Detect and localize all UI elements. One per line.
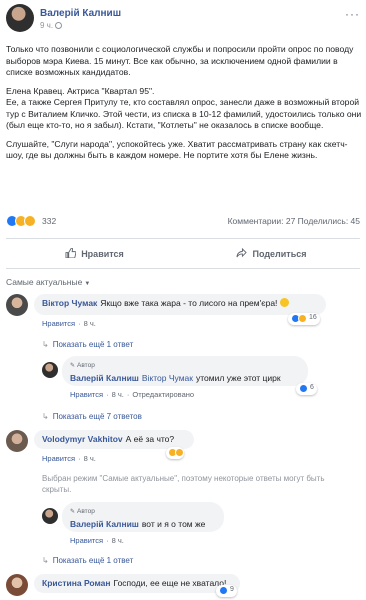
comment-text: А её за что? [125, 434, 175, 444]
haha-reaction-icon [298, 314, 307, 323]
comment-bubble: ✎ Автор Валерій Калниш вот и я о том же [62, 502, 224, 532]
comment-time[interactable]: 8 ч. [112, 390, 124, 399]
author-tag: ✎ Автор [70, 362, 95, 369]
comment-reactions[interactable]: 16 [288, 313, 320, 325]
comment-time[interactable]: 8 ч. [84, 319, 96, 328]
caret-down-icon: ▼ [84, 281, 91, 287]
reply-comment: ✎ Автор Валерій Калниш вот и я о том же Нр… [42, 502, 360, 546]
author-name[interactable]: Валерій Калниш [40, 8, 121, 19]
comment-meta: Нравится · 8 ч. [42, 319, 96, 328]
divider [6, 238, 360, 239]
like-reaction-icon [299, 384, 308, 393]
reply-comment: ✎ Автор Валерій Калниш Віктор Чумак утомил … [42, 356, 360, 402]
comment-meta: Нравится · 8 ч. [42, 454, 96, 463]
share-icon [236, 248, 248, 258]
divider [6, 268, 360, 269]
show-more-replies-link[interactable]: ↳ Показать ещё 7 ответов [42, 412, 142, 421]
comment-meta: Нравится · 8 ч. · Отредактировано [70, 390, 195, 399]
commenter-name[interactable]: Кристина Роман [42, 578, 111, 588]
mention-link[interactable]: Віктор Чумак [142, 373, 193, 383]
pen-icon: ✎ [70, 509, 76, 515]
more-options-button[interactable]: ··· [345, 7, 360, 21]
comment-like-link[interactable]: Нравится [70, 536, 103, 545]
comment-like-link[interactable]: Нравится [42, 319, 75, 328]
wow-reaction-icon [24, 215, 36, 227]
edited-label[interactable]: Отредактировано [132, 390, 194, 399]
comment-time[interactable]: 8 ч. [112, 536, 124, 545]
reaction-count[interactable]: 332 [42, 216, 56, 226]
reactions-bar: 332 Комментарии: 27 Поделились: 45 [6, 215, 360, 229]
post-body: Только что позвонили с социологической с… [6, 44, 362, 169]
smile-emoji-icon [279, 298, 289, 307]
comment-sort-dropdown[interactable]: Самые актуальные ▼ [6, 277, 90, 287]
comment-like-link[interactable]: Нравится [42, 454, 75, 463]
commenter-avatar[interactable] [6, 294, 28, 316]
comment-bubble: Кристина Роман Господи, ее еще не хватало… [34, 574, 240, 593]
comment-like-link[interactable]: Нравится [70, 390, 103, 399]
share-button[interactable]: Поделиться [183, 242, 360, 266]
commenter-avatar[interactable] [6, 574, 28, 596]
reply-arrow-icon: ↳ [42, 340, 49, 349]
comment-time[interactable]: 8 ч. [84, 454, 96, 463]
post-time[interactable]: 9 ч. [40, 21, 63, 30]
comment-text: вот и я о том же [141, 519, 206, 529]
commenter-avatar[interactable] [42, 508, 58, 524]
author-tag: ✎ Автор [70, 508, 95, 515]
comment-bubble: ✎ Автор Валерій Калниш Віктор Чумак утомил … [62, 356, 308, 386]
commenter-avatar[interactable] [6, 430, 28, 452]
commenter-name[interactable]: Volodymyr Vakhitov [42, 434, 123, 444]
post-header: Валерій Калниш 9 ч. ··· [6, 4, 360, 34]
comment-meta: Нравится · 8 ч. [70, 536, 124, 545]
commenter-avatar[interactable] [42, 362, 58, 378]
comment-reactions[interactable]: 6 [296, 383, 317, 395]
comments-shares-count[interactable]: Комментарии: 27 Поделились: 45 [228, 216, 360, 226]
pen-icon: ✎ [70, 363, 76, 369]
author-avatar[interactable] [6, 4, 34, 32]
comment: Volodymyr Vakhitov А её за что? Нравится ·… [6, 430, 360, 466]
comment-bubble: Віктор Чумак Якщо вже така жара - то лисо… [34, 294, 326, 315]
commenter-name[interactable]: Валерій Калниш [70, 519, 139, 529]
post-paragraph: Только что позвонили с социологической с… [6, 44, 354, 77]
globe-icon [55, 22, 63, 29]
wow-reaction-icon [175, 448, 184, 457]
show-more-replies-link[interactable]: ↳ Показать ещё 1 ответ [42, 340, 133, 349]
comment-reactions[interactable]: 9 [216, 585, 237, 597]
reply-arrow-icon: ↳ [42, 556, 49, 565]
reaction-icons[interactable] [6, 215, 36, 227]
comment: Кристина Роман Господи, ее еще не хватало… [6, 574, 360, 598]
post-actions: Нравится Поделиться [6, 242, 360, 266]
comment-text: утомил уже этот цирк [196, 373, 281, 383]
like-button[interactable]: Нравится [6, 242, 183, 266]
post-paragraph: Слушайте, "Слуги народа", успокойтесь уж… [6, 138, 348, 161]
comment-text: Господи, ее еще не хватало! [113, 578, 227, 588]
post-paragraph: Елена Кравец. Актриса "Квартал 95". Ее, … [6, 85, 362, 131]
comment-text: Якщо вже така жара - то лисого на прем'є… [100, 298, 278, 308]
commenter-name[interactable]: Віктор Чумак [42, 298, 97, 308]
like-reaction-icon [219, 586, 228, 595]
comment-reactions[interactable] [166, 447, 184, 459]
comment: Віктор Чумак Якщо вже така жара - то лисо… [6, 294, 360, 334]
reply-arrow-icon: ↳ [42, 412, 49, 421]
thumbs-up-icon [65, 248, 77, 258]
show-more-replies-link[interactable]: ↳ Показать ещё 1 ответ [42, 556, 133, 565]
commenter-name[interactable]: Валерій Калниш [70, 373, 139, 383]
filter-notice: Выбран режим "Самые актуальные", поэтому… [42, 474, 325, 494]
